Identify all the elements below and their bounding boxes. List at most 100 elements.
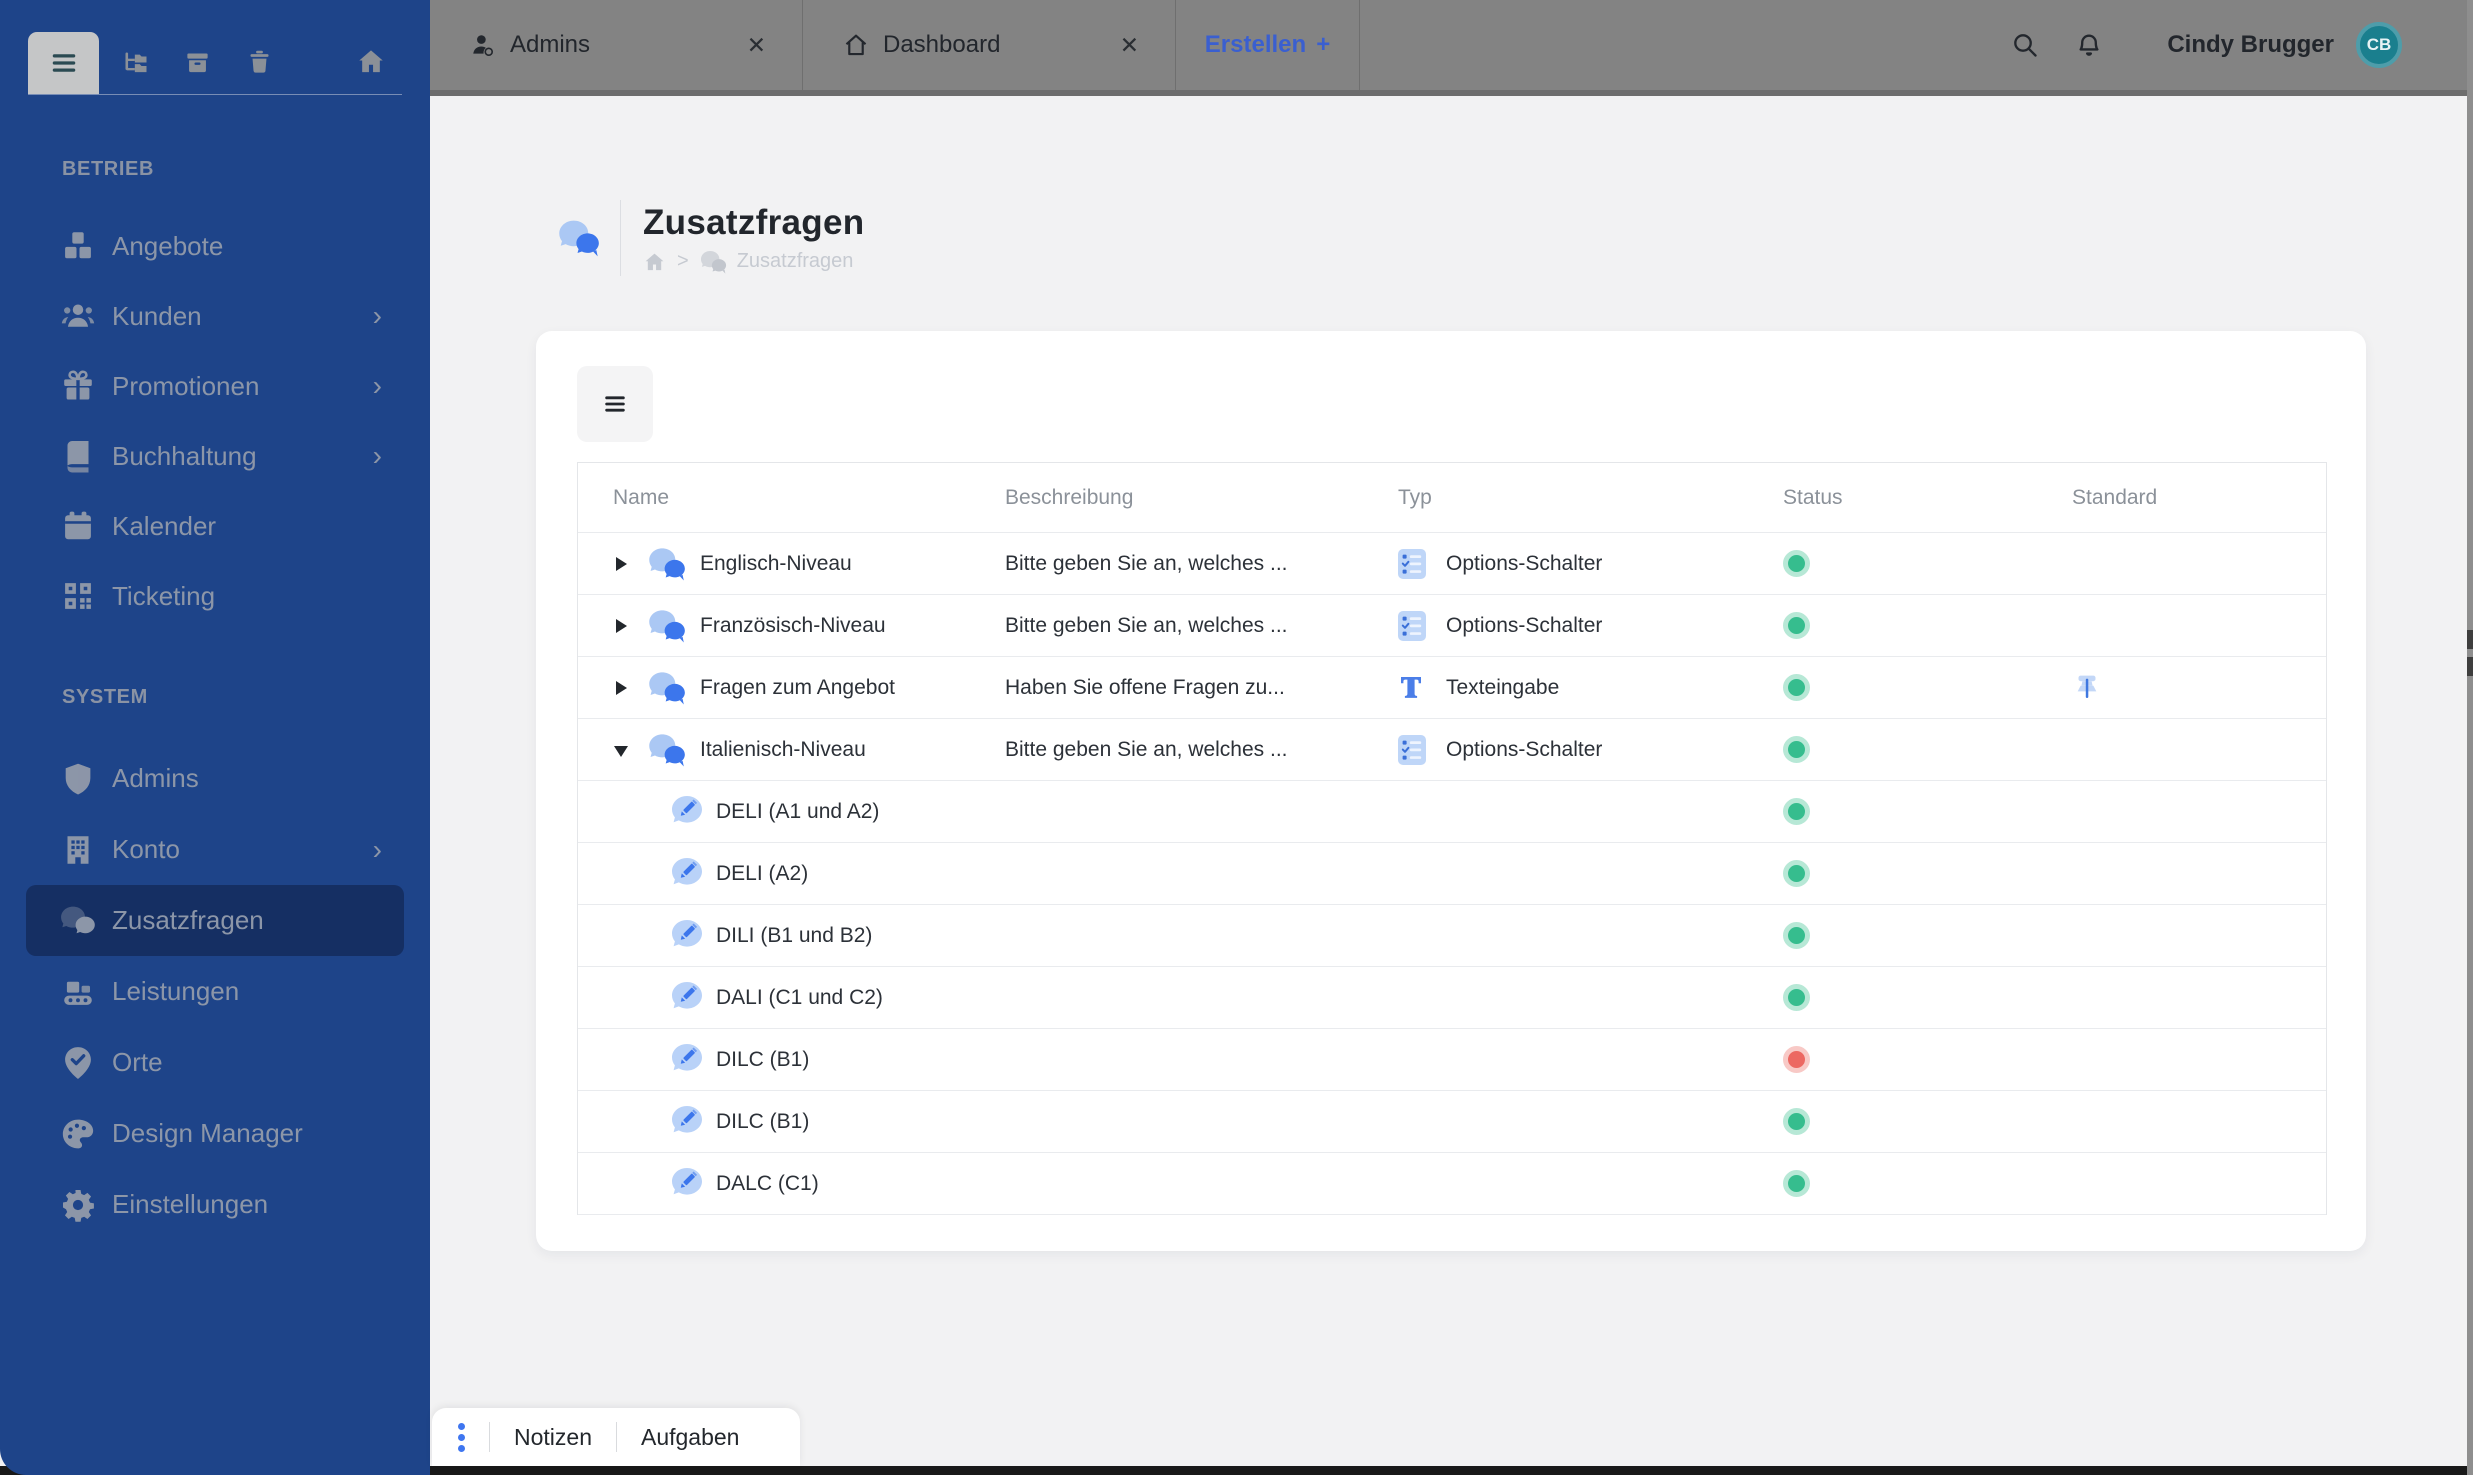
dock-tab-notizen[interactable]: Notizen [514, 1424, 592, 1451]
answer-pencil-icon [669, 980, 705, 1016]
sidebar-section-title: BETRIEB [62, 158, 154, 180]
sidebar-item-label: Promotionen [112, 370, 260, 401]
tab-dashboard[interactable]: Dashboard ✕ [803, 0, 1176, 90]
status-dot-active [1783, 736, 1810, 763]
table-row[interactable]: DILC (B1) [578, 1091, 2326, 1153]
chevron-right-icon: › [372, 833, 382, 865]
tab-create-new[interactable]: Erstellen + [1176, 0, 1360, 90]
cubes-icon [60, 228, 96, 264]
breadcrumb-current: Zusatzfragen [736, 250, 854, 272]
row-type: Options-Schalter [1446, 737, 1603, 761]
sidebar-item-admins[interactable]: Admins [26, 743, 404, 814]
table-row[interactable]: DILI (B1 und B2) [578, 905, 2326, 967]
sidebar-item-label: Einstellungen [112, 1189, 269, 1219]
table-row[interactable]: Italienisch-Niveau Bitte geben Sie an, we… [578, 719, 2326, 781]
trash-icon[interactable] [246, 47, 273, 76]
qr-icon [60, 578, 96, 614]
hamburger-icon [46, 48, 82, 78]
status-dot-active [1783, 1170, 1810, 1197]
sidebar-item-konto[interactable]: Konto › [26, 814, 404, 885]
sidebar-item-label: Buchhaltung [112, 440, 257, 471]
chevron-right-icon: › [372, 300, 382, 331]
row-name: Französisch-Niveau [700, 613, 886, 637]
book-icon [60, 438, 96, 474]
gear-icon [60, 1187, 96, 1223]
question-bubbles-icon [648, 609, 686, 643]
answer-pencil-icon [669, 1166, 705, 1202]
status-dot-active [1783, 550, 1810, 577]
sidebar-item-promotionen[interactable]: Promotionen › [26, 351, 404, 421]
scrollbar-thumb[interactable] [2467, 630, 2473, 649]
users-icon [60, 298, 96, 334]
open-tabs: Admins ✕ Dashboard ✕ [430, 0, 1176, 90]
table-row[interactable]: DELI (A1 und A2) [578, 781, 2326, 843]
home-outline-icon [843, 32, 869, 58]
sidebar-item-kunden[interactable]: Kunden › [26, 281, 404, 351]
kebab-menu-icon[interactable] [458, 1422, 465, 1452]
sidebar-item-ticketing[interactable]: Ticketing [26, 561, 404, 631]
sidebar-item-label: Design Manager [112, 1118, 303, 1148]
table-menu-button[interactable] [577, 366, 653, 442]
services-icon [60, 974, 96, 1010]
sidebar-item-einstellungen[interactable]: Einstellungen [26, 1169, 404, 1240]
chat-icon [60, 903, 96, 939]
answer-pencil-icon [669, 794, 705, 830]
table-row[interactable]: DILC (B1) [578, 1029, 2326, 1091]
sidebar-header [0, 0, 430, 95]
sidebar-section-title: SYSTEM [62, 686, 148, 708]
sidebar-toggle-button[interactable] [28, 32, 99, 94]
sidebar-item-label: Leistungen [112, 976, 240, 1006]
collapse-arrow-icon[interactable] [613, 742, 628, 757]
archive-box-icon[interactable] [184, 49, 211, 76]
question-bubbles-icon [648, 733, 686, 767]
sidebar-item-kalender[interactable]: Kalender [26, 491, 404, 561]
row-name: Fragen zum Angebot [700, 675, 895, 699]
expand-arrow-icon[interactable] [613, 680, 628, 695]
question-bubbles-icon [648, 547, 686, 581]
expand-arrow-icon[interactable] [613, 556, 628, 571]
sidebar-item-angebote[interactable]: Angebote [26, 211, 404, 281]
table-row[interactable]: DALI (C1 und C2) [578, 967, 2326, 1029]
sidebar-divider [28, 94, 402, 95]
calendar-icon [60, 508, 96, 544]
table-row[interactable]: Französisch-Niveau Bitte geben Sie an, we… [578, 595, 2326, 657]
status-dot-active [1783, 984, 1810, 1011]
home-icon[interactable] [356, 47, 386, 76]
breadcrumb-home-icon[interactable] [643, 251, 666, 273]
table-row[interactable]: Fragen zum Angebot Haben Sie offene Frage… [578, 657, 2326, 719]
row-description: Bitte geben Sie an, welches ... [1005, 551, 1288, 575]
sidebar-item-orte[interactable]: Orte [26, 1027, 404, 1098]
sidebar-item-design-manager[interactable]: Design Manager [26, 1098, 404, 1169]
table-body: Englisch-Niveau Bitte geben Sie an, welch… [578, 533, 2326, 1215]
expand-arrow-icon[interactable] [613, 618, 628, 633]
sidebar-item-buchhaltung[interactable]: Buchhaltung › [26, 421, 404, 491]
table-row[interactable]: Englisch-Niveau Bitte geben Sie an, welch… [578, 533, 2326, 595]
row-type: Options-Schalter [1446, 613, 1603, 637]
chat-bubbles-icon [558, 219, 600, 257]
scrollbar-track[interactable] [2467, 0, 2473, 1475]
status-dot-active [1783, 922, 1810, 949]
table-row[interactable]: DALC (C1) [578, 1153, 2326, 1215]
bell-icon[interactable] [2075, 31, 2103, 59]
scrollbar-thumb[interactable] [2467, 657, 2473, 676]
row-type: Options-Schalter [1446, 551, 1603, 575]
close-icon[interactable]: ✕ [1120, 33, 1139, 57]
user-icon [470, 32, 496, 58]
dock-tab-aufgaben[interactable]: Aufgaben [641, 1424, 739, 1451]
column-header-standard: Standard [2072, 485, 2158, 509]
sidebar-item-label: Kalender [112, 510, 217, 541]
status-dot-inactive [1783, 1046, 1810, 1073]
palette-icon [60, 1116, 96, 1152]
avatar[interactable]: CB [2356, 22, 2402, 68]
sidebar-item-zusatzfragen[interactable]: Zusatzfragen [26, 885, 404, 956]
sidebar-item-leistungen[interactable]: Leistungen [26, 956, 404, 1027]
status-dot-active [1783, 860, 1810, 887]
sitemap-icon[interactable] [122, 49, 150, 77]
plus-icon: + [1316, 31, 1331, 58]
close-icon[interactable]: ✕ [747, 33, 766, 57]
table-row[interactable]: DELI (A2) [578, 843, 2326, 905]
search-icon[interactable] [2011, 31, 2039, 59]
answer-pencil-icon [669, 1042, 705, 1078]
tab-admins[interactable]: Admins ✕ [430, 0, 803, 90]
sidebar-item-label: Konto [112, 834, 180, 864]
